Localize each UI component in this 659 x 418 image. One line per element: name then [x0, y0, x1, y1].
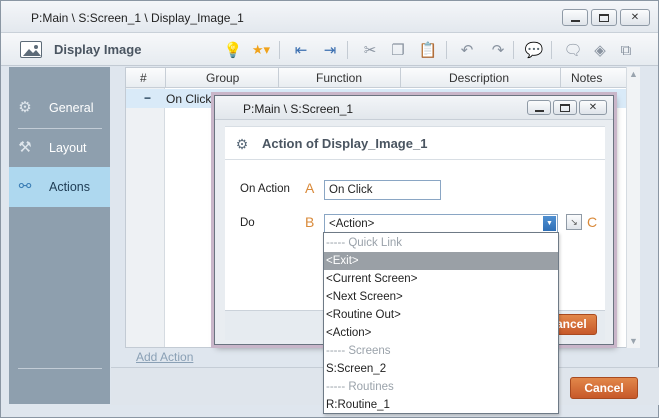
sidebar-item-label: General: [49, 101, 94, 115]
on-action-label: On Action: [240, 183, 290, 195]
close-icon: ✕: [588, 101, 598, 113]
on-action-field[interactable]: On Click: [324, 180, 441, 200]
comment-icon[interactable]: 💬: [523, 39, 545, 61]
undo-icon[interactable]: ↶: [456, 39, 478, 61]
toolbar-separator: [551, 41, 552, 59]
dropdown-option[interactable]: S:Screen_2: [324, 360, 558, 378]
sidebar-item-actions[interactable]: ⚯ Actions: [9, 167, 110, 207]
dialog-window-title: P:Main \ S:Screen_1: [243, 102, 354, 116]
indent-icon[interactable]: ⇥: [319, 39, 341, 61]
cancel-button[interactable]: Cancel: [570, 377, 638, 399]
callout-a: A: [305, 180, 315, 196]
sidebar-item-layout[interactable]: ⚒ Layout: [9, 128, 110, 168]
maximize-icon: [560, 103, 570, 112]
maximize-button[interactable]: [591, 9, 617, 26]
dropdown-group-header: ----- Routines: [326, 381, 394, 393]
table-scrollbar[interactable]: ▲ ▼: [626, 67, 640, 348]
column-header-notes[interactable]: Notes: [571, 71, 602, 85]
dropdown-option[interactable]: <Action>: [324, 324, 558, 342]
do-select[interactable]: <Action> ▼: [324, 214, 558, 233]
dialog-minimize-button[interactable]: [527, 100, 551, 115]
column-header-number[interactable]: #: [140, 71, 147, 85]
dropdown-option[interactable]: <Current Screen>: [324, 270, 558, 288]
do-select-value: <Action>: [329, 218, 375, 230]
column-header-description[interactable]: Description: [449, 71, 509, 85]
sidebar-item-general[interactable]: ⚙ General: [9, 88, 110, 128]
scroll-down-icon[interactable]: ▼: [629, 336, 638, 346]
toolbar-separator: [279, 41, 280, 59]
do-dropdown-list: ----- Quick Link <Exit> <Current Screen> <N…: [323, 232, 559, 414]
image-icon: [20, 41, 42, 58]
dialog-window-controls: ✕: [527, 100, 607, 115]
do-label: Do: [240, 217, 255, 229]
column-header-function[interactable]: Function: [316, 71, 362, 85]
column-header-group[interactable]: Group: [206, 71, 239, 85]
minimize-icon: [570, 19, 580, 22]
tip-bulb-icon[interactable]: 💡: [222, 39, 244, 61]
paste-icon[interactable]: 📋: [417, 39, 439, 61]
layout-icon: ⚒: [18, 139, 32, 156]
dropdown-option[interactable]: <Exit>: [324, 252, 558, 270]
callout-b: B: [305, 214, 315, 230]
callout-c: C: [587, 214, 598, 230]
dialog-close-button[interactable]: ✕: [579, 100, 607, 115]
toolbar: Display Image 💡 ★▾ ⇤ ⇥ ✂ ❐ 📋 ↶ ↷ 💬 🗨 ◈ ⧉: [1, 33, 658, 66]
dropdown-group-header: ----- Screens: [326, 345, 391, 357]
chevron-down-icon[interactable]: ▼: [543, 216, 556, 231]
edit-box-icon[interactable]: ⧉: [615, 39, 637, 61]
minimize-button[interactable]: [562, 9, 588, 26]
maximize-icon: [599, 13, 609, 22]
redo-icon[interactable]: ↷: [487, 39, 509, 61]
copy-icon[interactable]: ❐: [387, 39, 409, 61]
gear-icon: ⚙: [235, 136, 249, 152]
dialog-heading: Action of Display_Image_1: [262, 136, 428, 151]
toolbar-separator: [347, 41, 348, 59]
favorite-star-icon[interactable]: ★▾: [247, 39, 275, 61]
dropdown-option[interactable]: R:Routine_1: [324, 396, 558, 414]
dialog-maximize-button[interactable]: [553, 100, 577, 115]
window-controls: ✕: [562, 9, 650, 26]
dialog-header: ⚙ Action of Display_Image_1: [225, 126, 605, 160]
sidebar-item-label: Layout: [49, 141, 87, 155]
dropdown-group-header: ----- Quick Link: [326, 237, 403, 249]
toolbar-separator: [446, 41, 447, 59]
toolbar-separator: [513, 41, 514, 59]
dropdown-option[interactable]: <Routine Out>: [324, 306, 558, 324]
dropdown-option[interactable]: <Next Screen>: [324, 288, 558, 306]
tag-icon[interactable]: ◈: [589, 39, 611, 61]
table-header: # Group Function Description Notes: [126, 68, 639, 88]
dialog-title-bar[interactable]: P:Main \ S:Screen_1 ✕: [215, 96, 613, 120]
sidebar: ⚙ General ⚒ Layout ⚯ Actions: [9, 67, 110, 404]
outdent-icon[interactable]: ⇤: [290, 39, 312, 61]
close-button[interactable]: ✕: [620, 9, 650, 26]
add-action-link[interactable]: Add Action: [136, 350, 193, 364]
sidebar-divider: [18, 368, 102, 369]
sidebar-item-label: Actions: [49, 180, 90, 194]
minimize-icon: [534, 109, 544, 112]
toolbar-title: Display Image: [54, 42, 142, 57]
cut-icon[interactable]: ✂: [359, 39, 381, 61]
edit-action-button[interactable]: ↘: [566, 214, 582, 230]
chat-bubble-icon[interactable]: 🗨: [562, 39, 584, 61]
general-icon: ⚙: [18, 99, 32, 116]
row-number-column: [126, 88, 165, 347]
close-icon: ✕: [630, 11, 640, 23]
actions-icon: ⚯: [18, 178, 32, 195]
collapse-icon[interactable]: −: [144, 91, 151, 105]
row-group: On Click: [166, 92, 212, 106]
title-bar[interactable]: P:Main \ S:Screen_1 \ Display_Image_1 ✕: [1, 1, 658, 33]
scroll-up-icon[interactable]: ▲: [629, 69, 638, 79]
window-title: P:Main \ S:Screen_1 \ Display_Image_1: [31, 11, 244, 25]
